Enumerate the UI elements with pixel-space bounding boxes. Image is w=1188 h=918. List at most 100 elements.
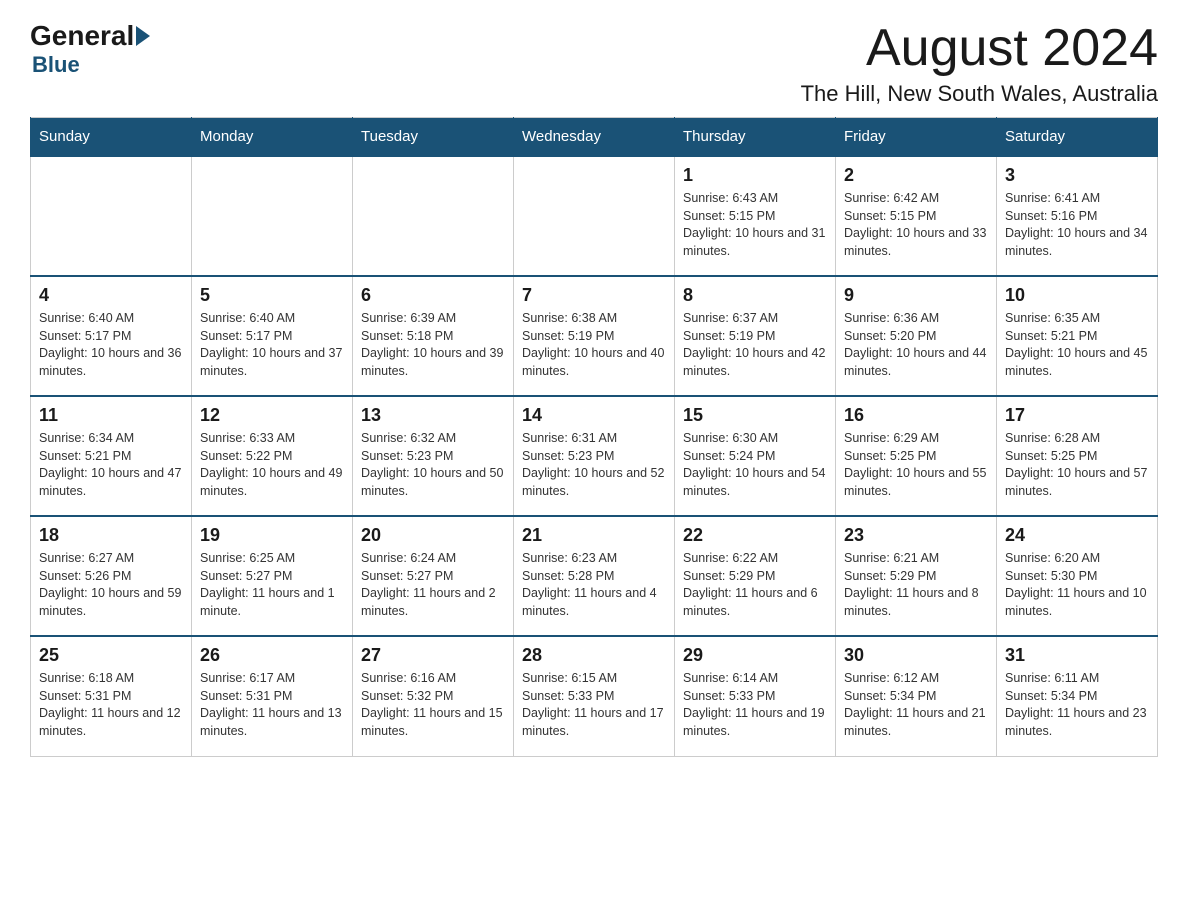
day-number: 17 <box>1005 405 1149 426</box>
day-info: Sunrise: 6:14 AMSunset: 5:33 PMDaylight:… <box>683 670 827 740</box>
day-info: Sunrise: 6:29 AMSunset: 5:25 PMDaylight:… <box>844 430 988 500</box>
day-number: 26 <box>200 645 344 666</box>
day-info: Sunrise: 6:35 AMSunset: 5:21 PMDaylight:… <box>1005 310 1149 380</box>
day-number: 5 <box>200 285 344 306</box>
weekday-header-tuesday: Tuesday <box>353 118 514 157</box>
calendar-cell: 27Sunrise: 6:16 AMSunset: 5:32 PMDayligh… <box>353 636 514 756</box>
day-info: Sunrise: 6:28 AMSunset: 5:25 PMDaylight:… <box>1005 430 1149 500</box>
day-info: Sunrise: 6:25 AMSunset: 5:27 PMDaylight:… <box>200 550 344 620</box>
logo-blue-text: Blue <box>32 52 80 78</box>
calendar-week-row: 18 Sunrise: 6:27 AMSunset: 5:26 PMDayligh… <box>31 516 1158 636</box>
calendar-cell <box>192 156 353 276</box>
day-number: 9 <box>844 285 988 306</box>
day-number: 1 <box>683 165 827 186</box>
calendar-cell: 5Sunrise: 6:40 AMSunset: 5:17 PMDaylight… <box>192 276 353 396</box>
calendar-week-row: 4Sunrise: 6:40 AMSunset: 5:17 PMDaylight… <box>31 276 1158 396</box>
calendar-cell: 26 Sunrise: 6:17 AMSunset: 5:31 PMDayligh… <box>192 636 353 756</box>
calendar-cell: 11Sunrise: 6:34 AMSunset: 5:21 PMDayligh… <box>31 396 192 516</box>
page-header: General Blue August 2024 The Hill, New S… <box>30 20 1158 107</box>
calendar-cell: 2 Sunrise: 6:42 AMSunset: 5:15 PMDaylight… <box>836 156 997 276</box>
calendar-week-row: 25 Sunrise: 6:18 AMSunset: 5:31 PMDayligh… <box>31 636 1158 756</box>
logo-general-text: General <box>30 20 134 52</box>
day-info: Sunrise: 6:22 AMSunset: 5:29 PMDaylight:… <box>683 550 827 620</box>
day-number: 23 <box>844 525 988 546</box>
day-number: 14 <box>522 405 666 426</box>
day-info: Sunrise: 6:37 AMSunset: 5:19 PMDaylight:… <box>683 310 827 380</box>
day-number: 2 <box>844 165 988 186</box>
month-title: August 2024 <box>801 20 1158 77</box>
calendar-cell: 9 Sunrise: 6:36 AMSunset: 5:20 PMDaylight… <box>836 276 997 396</box>
calendar-cell: 21 Sunrise: 6:23 AMSunset: 5:28 PMDayligh… <box>514 516 675 636</box>
calendar-cell: 10 Sunrise: 6:35 AMSunset: 5:21 PMDayligh… <box>997 276 1158 396</box>
calendar-cell: 17 Sunrise: 6:28 AMSunset: 5:25 PMDayligh… <box>997 396 1158 516</box>
day-number: 7 <box>522 285 666 306</box>
day-number: 29 <box>683 645 827 666</box>
calendar-cell: 1 Sunrise: 6:43 AMSunset: 5:15 PMDaylight… <box>675 156 836 276</box>
calendar-cell: 24 Sunrise: 6:20 AMSunset: 5:30 PMDayligh… <box>997 516 1158 636</box>
day-info: Sunrise: 6:11 AMSunset: 5:34 PMDaylight:… <box>1005 670 1149 740</box>
calendar-cell: 18 Sunrise: 6:27 AMSunset: 5:26 PMDayligh… <box>31 516 192 636</box>
day-info: Sunrise: 6:24 AMSunset: 5:27 PMDaylight:… <box>361 550 505 620</box>
day-number: 10 <box>1005 285 1149 306</box>
calendar-cell: 8 Sunrise: 6:37 AMSunset: 5:19 PMDaylight… <box>675 276 836 396</box>
location-title: The Hill, New South Wales, Australia <box>801 81 1158 107</box>
weekday-header-row: SundayMondayTuesdayWednesdayThursdayFrid… <box>31 118 1158 157</box>
day-number: 8 <box>683 285 827 306</box>
title-section: August 2024 The Hill, New South Wales, A… <box>801 20 1158 107</box>
calendar-cell: 16 Sunrise: 6:29 AMSunset: 5:25 PMDayligh… <box>836 396 997 516</box>
logo-arrow-icon <box>136 26 150 46</box>
calendar-cell: 7 Sunrise: 6:38 AMSunset: 5:19 PMDaylight… <box>514 276 675 396</box>
weekday-header-friday: Friday <box>836 118 997 157</box>
day-info: Sunrise: 6:30 AMSunset: 5:24 PMDaylight:… <box>683 430 827 500</box>
calendar-cell: 13 Sunrise: 6:32 AMSunset: 5:23 PMDayligh… <box>353 396 514 516</box>
day-info: Sunrise: 6:27 AMSunset: 5:26 PMDaylight:… <box>39 550 183 620</box>
calendar-cell: 12Sunrise: 6:33 AMSunset: 5:22 PMDayligh… <box>192 396 353 516</box>
day-info: Sunrise: 6:18 AMSunset: 5:31 PMDaylight:… <box>39 670 183 740</box>
calendar-cell: 3 Sunrise: 6:41 AMSunset: 5:16 PMDaylight… <box>997 156 1158 276</box>
day-number: 20 <box>361 525 505 546</box>
weekday-header-saturday: Saturday <box>997 118 1158 157</box>
day-info: Sunrise: 6:31 AMSunset: 5:23 PMDaylight:… <box>522 430 666 500</box>
calendar-cell: 30 Sunrise: 6:12 AMSunset: 5:34 PMDayligh… <box>836 636 997 756</box>
calendar-cell: 23 Sunrise: 6:21 AMSunset: 5:29 PMDayligh… <box>836 516 997 636</box>
day-number: 13 <box>361 405 505 426</box>
calendar-cell: 22Sunrise: 6:22 AMSunset: 5:29 PMDayligh… <box>675 516 836 636</box>
calendar-table: SundayMondayTuesdayWednesdayThursdayFrid… <box>30 117 1158 757</box>
day-number: 30 <box>844 645 988 666</box>
day-info: Sunrise: 6:38 AMSunset: 5:19 PMDaylight:… <box>522 310 666 380</box>
day-info: Sunrise: 6:42 AMSunset: 5:15 PMDaylight:… <box>844 190 988 260</box>
day-info: Sunrise: 6:17 AMSunset: 5:31 PMDaylight:… <box>200 670 344 740</box>
calendar-cell: 29 Sunrise: 6:14 AMSunset: 5:33 PMDayligh… <box>675 636 836 756</box>
day-number: 16 <box>844 405 988 426</box>
weekday-header-thursday: Thursday <box>675 118 836 157</box>
day-info: Sunrise: 6:15 AMSunset: 5:33 PMDaylight:… <box>522 670 666 740</box>
day-number: 19 <box>200 525 344 546</box>
day-info: Sunrise: 6:20 AMSunset: 5:30 PMDaylight:… <box>1005 550 1149 620</box>
day-number: 24 <box>1005 525 1149 546</box>
calendar-cell: 28 Sunrise: 6:15 AMSunset: 5:33 PMDayligh… <box>514 636 675 756</box>
day-info: Sunrise: 6:33 AMSunset: 5:22 PMDaylight:… <box>200 430 344 500</box>
day-number: 6 <box>361 285 505 306</box>
day-info: Sunrise: 6:40 AMSunset: 5:17 PMDaylight:… <box>39 310 183 380</box>
day-info: Sunrise: 6:21 AMSunset: 5:29 PMDaylight:… <box>844 550 988 620</box>
day-number: 25 <box>39 645 183 666</box>
calendar-cell: 15Sunrise: 6:30 AMSunset: 5:24 PMDayligh… <box>675 396 836 516</box>
calendar-cell: 31 Sunrise: 6:11 AMSunset: 5:34 PMDayligh… <box>997 636 1158 756</box>
day-info: Sunrise: 6:34 AMSunset: 5:21 PMDaylight:… <box>39 430 183 500</box>
day-number: 21 <box>522 525 666 546</box>
day-info: Sunrise: 6:16 AMSunset: 5:32 PMDaylight:… <box>361 670 505 740</box>
day-number: 28 <box>522 645 666 666</box>
calendar-cell <box>514 156 675 276</box>
weekday-header-monday: Monday <box>192 118 353 157</box>
day-info: Sunrise: 6:39 AMSunset: 5:18 PMDaylight:… <box>361 310 505 380</box>
day-info: Sunrise: 6:41 AMSunset: 5:16 PMDaylight:… <box>1005 190 1149 260</box>
day-info: Sunrise: 6:12 AMSunset: 5:34 PMDaylight:… <box>844 670 988 740</box>
day-info: Sunrise: 6:43 AMSunset: 5:15 PMDaylight:… <box>683 190 827 260</box>
day-info: Sunrise: 6:32 AMSunset: 5:23 PMDaylight:… <box>361 430 505 500</box>
day-info: Sunrise: 6:23 AMSunset: 5:28 PMDaylight:… <box>522 550 666 620</box>
day-number: 3 <box>1005 165 1149 186</box>
day-number: 18 <box>39 525 183 546</box>
logo: General Blue <box>30 20 152 78</box>
day-number: 31 <box>1005 645 1149 666</box>
day-info: Sunrise: 6:36 AMSunset: 5:20 PMDaylight:… <box>844 310 988 380</box>
